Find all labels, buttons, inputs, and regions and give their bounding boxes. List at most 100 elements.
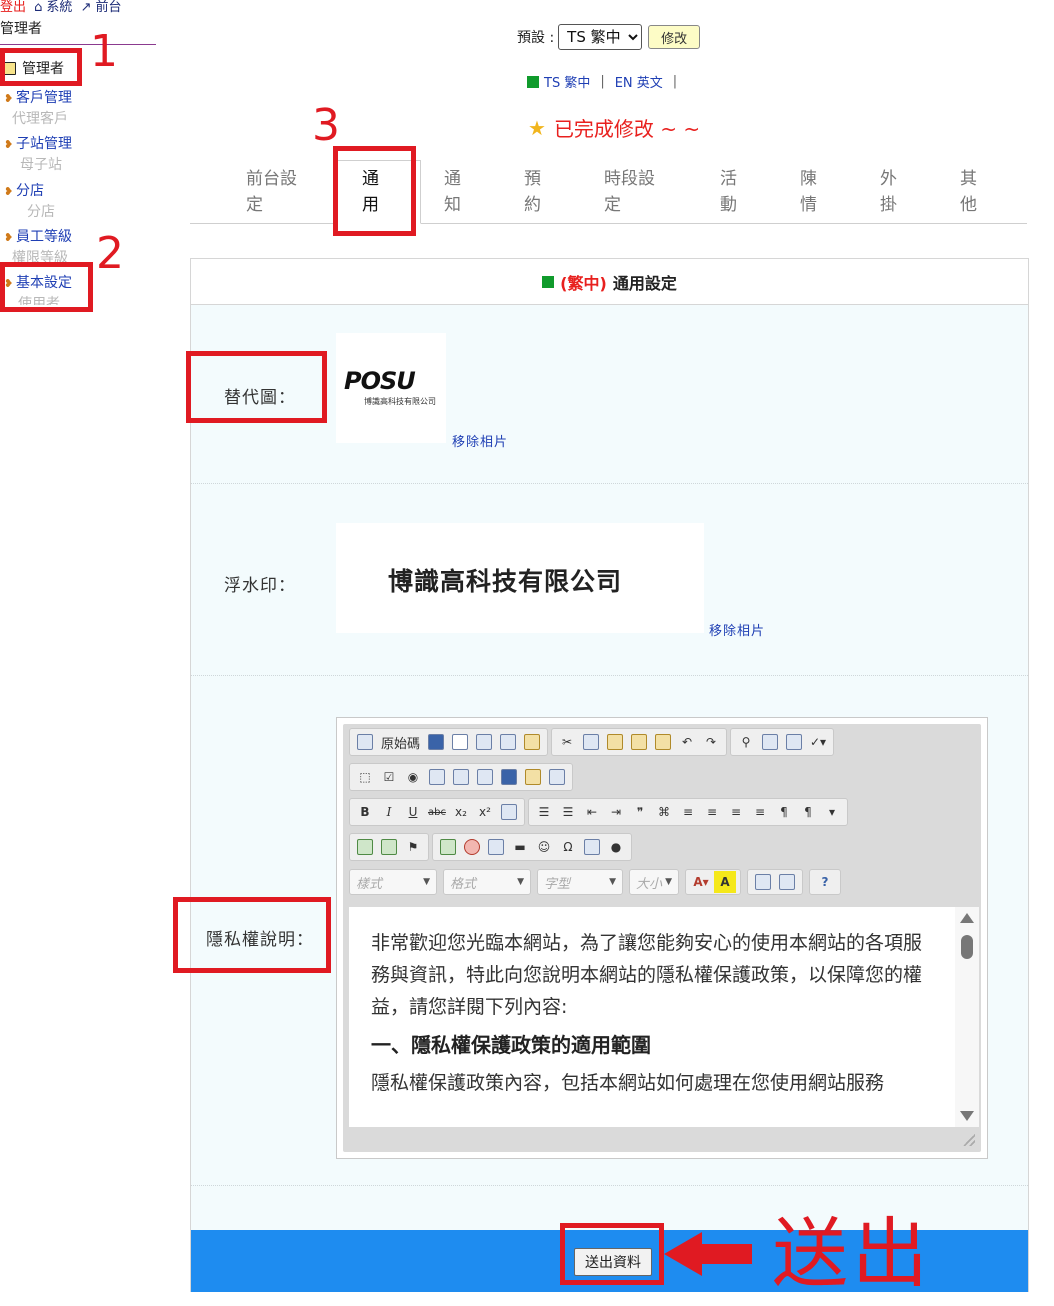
anchor-icon[interactable]: ⚑ [402, 836, 424, 858]
language-links: TS 繁中 | EN 英文 | [527, 72, 687, 91]
blockquote-icon[interactable]: ❞ [629, 801, 651, 823]
paste-word-icon[interactable] [652, 731, 674, 753]
image-icon[interactable] [437, 836, 459, 858]
align-right-icon[interactable]: ≡ [725, 801, 747, 823]
sidebar-subitem-parent-child[interactable]: 母子站 [20, 154, 62, 174]
underline-icon[interactable]: U [402, 801, 424, 823]
format-combo[interactable]: 格式 ▼ [443, 869, 531, 895]
tab-frontend-settings[interactable]: 前台設定 [246, 166, 306, 218]
save-icon[interactable] [425, 731, 447, 753]
numbered-list-icon[interactable]: ☰ [533, 801, 555, 823]
remove-alt-image-link[interactable]: 移除相片 [452, 431, 508, 450]
bulleted-list-icon[interactable]: ☰ [557, 801, 579, 823]
replace-icon[interactable] [759, 731, 781, 753]
editor-content-area[interactable]: 非常歡迎您光臨本網站，為了讓您能夠安心的使用本網站的各項服務與資訊，特此向您說明… [349, 907, 979, 1127]
sidebar-item-substations[interactable]: ❥ 子站管理 [4, 133, 72, 153]
templates-icon[interactable] [521, 731, 543, 753]
subscript-icon[interactable]: x₂ [450, 801, 472, 823]
text-color-icon[interactable]: A▾ [690, 871, 712, 893]
table-icon[interactable] [485, 836, 507, 858]
tab-notifications[interactable]: 通知 [444, 166, 464, 218]
language-link-zh[interactable]: TS 繁中 [544, 72, 590, 91]
show-blocks-icon[interactable] [776, 871, 798, 893]
styles-combo[interactable]: 樣式 ▼ [349, 869, 437, 895]
print-icon[interactable] [497, 731, 519, 753]
preview-icon[interactable] [473, 731, 495, 753]
undo-icon[interactable]: ↶ [676, 731, 698, 753]
strike-icon[interactable]: abc [426, 801, 448, 823]
resize-grip-icon[interactable] [963, 1134, 975, 1146]
help-icon[interactable]: ? [814, 871, 836, 893]
font-combo[interactable]: 字型 ▼ [537, 869, 623, 895]
scroll-thumb[interactable] [961, 935, 973, 959]
scroll-up-arrow-icon[interactable] [960, 913, 974, 923]
link-icon[interactable] [354, 836, 376, 858]
tab-time-slots[interactable]: 時段設定 [604, 166, 664, 218]
justify-icon[interactable]: ≡ [749, 801, 771, 823]
textfield-icon[interactable] [426, 766, 448, 788]
form-icon[interactable]: ⬚ [354, 766, 376, 788]
page-break-icon[interactable] [581, 836, 603, 858]
align-center-icon[interactable]: ≡ [701, 801, 723, 823]
unlink-icon[interactable] [378, 836, 400, 858]
ltr-icon[interactable]: ¶ [773, 801, 795, 823]
editor-content[interactable]: 非常歡迎您光臨本網站，為了讓您能夠安心的使用本網站的各項服務與資訊，特此向您說明… [371, 927, 931, 1099]
div-container-icon[interactable]: ⌘ [653, 801, 675, 823]
image-button-icon[interactable] [522, 766, 544, 788]
copy-icon[interactable] [580, 731, 602, 753]
smiley-icon[interactable]: ☺ [533, 836, 555, 858]
select-field-icon[interactable] [474, 766, 496, 788]
logout-link[interactable]: 登出 [0, 0, 26, 15]
frontend-link[interactable]: 前台 [95, 0, 121, 15]
sidebar-item-branches[interactable]: ❥ 分店 [4, 180, 44, 200]
align-left-icon[interactable]: ≡ [677, 801, 699, 823]
tab-booking[interactable]: 預約 [524, 166, 544, 218]
annotation-arrow-icon [664, 1232, 752, 1276]
iframe-icon[interactable]: ● [605, 836, 627, 858]
scroll-down-arrow-icon[interactable] [960, 1111, 974, 1121]
modify-button[interactable]: 修改 [648, 25, 701, 49]
tab-petition[interactable]: 陳情 [800, 166, 820, 218]
italic-icon[interactable]: I [378, 801, 400, 823]
redo-icon[interactable]: ↷ [700, 731, 722, 753]
flash-icon[interactable] [461, 836, 483, 858]
size-combo[interactable]: 大小 ▼ [629, 869, 679, 895]
toolbar-row-1: 原始碼 ✂ ↶ ↷ ⚲ ✓▾ [349, 728, 835, 756]
rtl-icon[interactable]: ¶ [797, 801, 819, 823]
outdent-icon[interactable]: ⇤ [581, 801, 603, 823]
paste-icon[interactable] [604, 731, 626, 753]
superscript-icon[interactable]: x² [474, 801, 496, 823]
tab-plugins[interactable]: 外掛 [880, 166, 900, 218]
paste-text-icon[interactable] [628, 731, 650, 753]
remove-watermark-link[interactable]: 移除相片 [709, 620, 765, 639]
sidebar-subitem-agents[interactable]: 代理客戶 [12, 108, 68, 128]
horizontal-rule-icon[interactable]: ▬ [509, 836, 531, 858]
radio-icon[interactable]: ◉ [402, 766, 424, 788]
select-all-icon[interactable] [783, 731, 805, 753]
checkbox-icon[interactable]: ☑ [378, 766, 400, 788]
sidebar-item-staff-levels[interactable]: ❥ 員工等級 [4, 226, 72, 246]
language-link-en[interactable]: EN 英文 [615, 72, 663, 91]
special-char-icon[interactable]: Ω [557, 836, 579, 858]
system-link[interactable]: 系統 [46, 0, 72, 15]
maximize-icon[interactable] [752, 871, 774, 893]
source-button[interactable]: 原始碼 [378, 733, 423, 752]
find-icon[interactable]: ⚲ [735, 731, 757, 753]
cut-icon[interactable]: ✂ [556, 731, 578, 753]
editor-scrollbar[interactable] [955, 907, 979, 1127]
bg-color-icon[interactable]: A [714, 871, 736, 893]
tab-events[interactable]: 活動 [720, 166, 740, 218]
sidebar-item-customers[interactable]: ❥ 客戶管理 [4, 87, 72, 107]
tab-other[interactable]: 其他 [960, 166, 980, 218]
button-field-icon[interactable] [498, 766, 520, 788]
language-dropdown-icon[interactable]: ▾ [821, 801, 843, 823]
language-select[interactable]: TS 繁中 [558, 24, 643, 50]
spellcheck-icon[interactable]: ✓▾ [807, 731, 829, 753]
new-page-icon[interactable] [449, 731, 471, 753]
remove-format-icon[interactable] [498, 801, 520, 823]
indent-icon[interactable]: ⇥ [605, 801, 627, 823]
bold-icon[interactable]: B [354, 801, 376, 823]
sidebar-subitem-branch[interactable]: 分店 [27, 201, 55, 221]
textarea-icon[interactable] [450, 766, 472, 788]
hidden-field-icon[interactable] [546, 766, 568, 788]
